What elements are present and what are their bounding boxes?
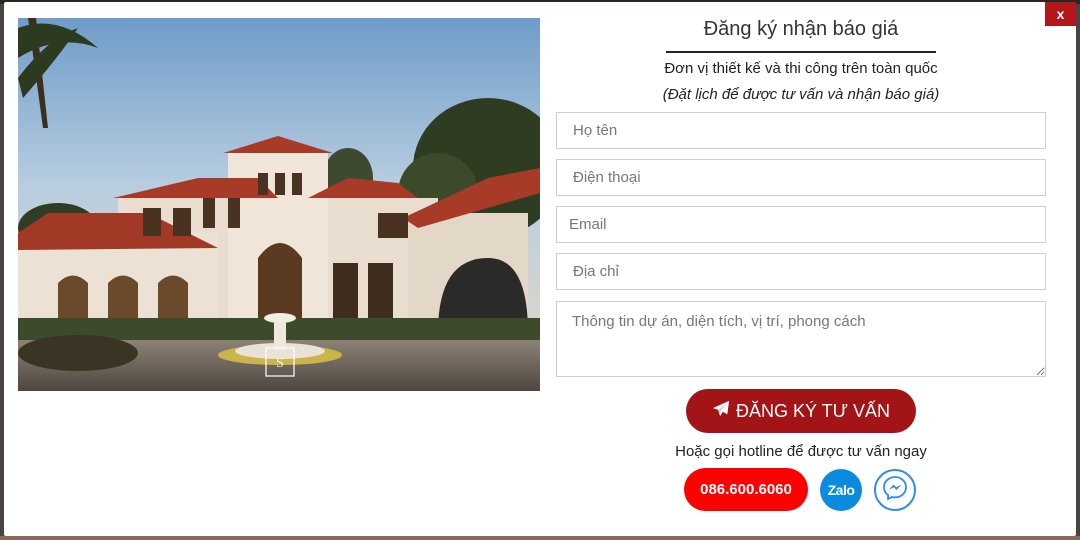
hotline-phone-button[interactable]: 086.600.6060 <box>684 468 808 511</box>
form-subnote: (Đặt lịch để được tư vấn và nhận báo giá… <box>662 86 940 103</box>
form-subtitle: Đơn vị thiết kế và thi công trên toàn qu… <box>664 60 938 77</box>
messenger-button[interactable] <box>874 469 916 511</box>
villa-render-image: S <box>18 18 540 391</box>
zalo-button[interactable]: Zalo <box>820 469 862 511</box>
project-info-textarea[interactable] <box>556 301 1046 377</box>
hotline-text: Hoặc gọi hotline để được tư vấn ngay <box>675 443 927 460</box>
register-consult-label: ĐĂNG KÝ TƯ VẤN <box>735 400 891 421</box>
address-input[interactable] <box>556 253 1046 290</box>
messenger-icon <box>882 475 908 506</box>
svg-text:S: S <box>276 356 284 371</box>
quote-popup: x S Đăng ký nhận báo giá Đơn vị thiết kế… <box>4 2 1076 536</box>
email-input[interactable] <box>556 206 1046 243</box>
close-button[interactable]: x <box>1045 2 1076 26</box>
register-consult-button[interactable]: ĐĂNG KÝ TƯ VẤN <box>686 389 916 433</box>
paper-plane-icon <box>712 400 730 423</box>
name-input[interactable] <box>556 112 1046 149</box>
form-title: Đăng ký nhận báo giá <box>666 18 936 53</box>
page-backdrop-bottom <box>0 536 1080 540</box>
phone-number: 086.600.6060 <box>700 481 792 498</box>
zalo-icon: Zalo <box>827 482 855 498</box>
phone-input[interactable] <box>556 159 1046 196</box>
